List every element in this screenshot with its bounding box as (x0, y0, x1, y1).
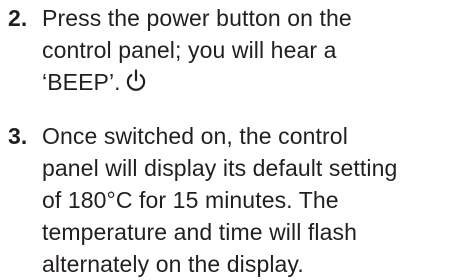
step-line: Once switched on, the control (42, 123, 348, 149)
step-3: 3. Once switched on, the control panel w… (0, 120, 474, 280)
step-line: of 180°C for 15 minutes. The (42, 187, 339, 213)
step-line: Press the power button on the (42, 5, 352, 31)
step-number: 2. (8, 5, 28, 31)
step-number: 3. (8, 123, 28, 149)
step-line: control panel; you will hear a (42, 37, 337, 63)
step-line: panel will display its default setting (42, 155, 398, 181)
instruction-steps: 2. Press the power button on the control… (0, 0, 474, 280)
step-text: Once switched on, the control panel will… (42, 120, 462, 280)
step-2: 2. Press the power button on the control… (0, 2, 474, 102)
beep-text: ‘BEEP’. (42, 69, 121, 95)
step-line: temperature and time will flash (42, 219, 358, 245)
power-icon (125, 68, 147, 102)
step-text: Press the power button on the control pa… (42, 2, 462, 102)
step-line-with-icon: ‘BEEP’. (42, 66, 462, 102)
step-line: alternately on the display. (42, 251, 304, 277)
